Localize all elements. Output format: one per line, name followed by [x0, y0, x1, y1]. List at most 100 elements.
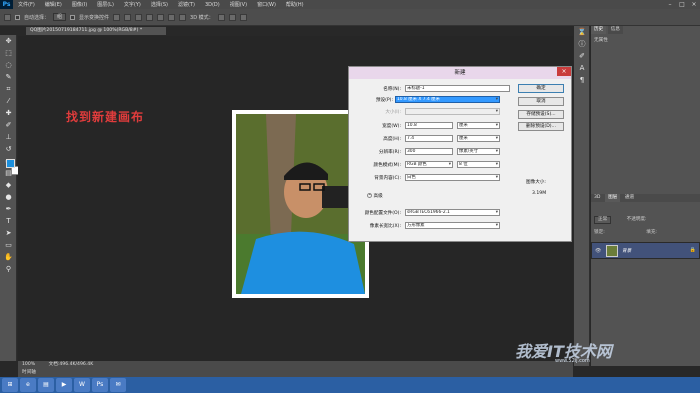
menu-image[interactable]: 图像(I)	[67, 1, 92, 8]
minimize-icon[interactable]: –	[664, 0, 676, 9]
auto-select-label: 自动选择：	[24, 14, 50, 21]
preset-dropdown[interactable]: 10.8 厘米 X 7.4 厘米	[395, 96, 500, 103]
pixel-aspect-dropdown[interactable]: 方形像素	[405, 222, 500, 229]
menu-layer[interactable]: 图层(L)	[92, 1, 119, 8]
hand-icon[interactable]: ✋	[0, 251, 17, 263]
marquee-icon[interactable]: ⬚	[0, 47, 17, 59]
width-unit-dropdown[interactable]: 厘米	[457, 122, 500, 129]
move-tool-icon[interactable]	[4, 13, 11, 21]
align-top-icon[interactable]	[113, 13, 121, 21]
blur-icon[interactable]: ◆	[0, 179, 17, 191]
ok-button[interactable]: 确定	[518, 84, 564, 93]
menu-file[interactable]: 文件(F)	[13, 1, 40, 8]
shape-icon[interactable]: ▭	[0, 239, 17, 251]
word-icon[interactable]: W	[74, 378, 90, 392]
crop-icon[interactable]: ⌗	[0, 83, 17, 95]
timeline-panel[interactable]: 时间轴	[18, 369, 573, 377]
healing-icon[interactable]: ✚	[0, 107, 17, 119]
layer-row-background[interactable]: 👁 背景 🔒	[591, 242, 700, 259]
auto-select-dropdown[interactable]: 组	[53, 13, 67, 21]
zoom-level[interactable]: 100%	[18, 362, 35, 367]
3d-roll-icon[interactable]	[228, 13, 236, 21]
brush-icon[interactable]: ✐	[0, 119, 17, 131]
align-right-icon[interactable]	[168, 13, 176, 21]
blend-row: 正常 不透明度:	[594, 216, 647, 224]
tab-history[interactable]: 历史	[591, 26, 607, 34]
history-brush-icon[interactable]: ↺	[0, 143, 17, 155]
3d-pan-icon[interactable]	[239, 13, 247, 21]
distribute-icon[interactable]	[179, 13, 187, 21]
show-transform-checkbox[interactable]	[70, 14, 76, 20]
align-middle-icon[interactable]	[124, 13, 132, 21]
menu-help[interactable]: 帮助(H)	[281, 1, 309, 8]
chat-icon[interactable]: ✉	[110, 378, 126, 392]
tab-3d[interactable]: 3D	[591, 194, 604, 202]
photo-illustration	[236, 114, 365, 294]
info-icon[interactable]: ⓘ	[574, 38, 590, 50]
save-preset-button[interactable]: 存储预设(S)...	[518, 110, 564, 119]
delete-preset-button[interactable]: 删除预设(D)...	[518, 122, 564, 131]
menu-filter[interactable]: 滤镜(T)	[173, 1, 200, 8]
character-icon[interactable]: A	[574, 62, 590, 74]
path-select-icon[interactable]: ➤	[0, 227, 17, 239]
tab-channels[interactable]: 通道	[621, 194, 638, 202]
height-input[interactable]: 7.4	[405, 135, 453, 142]
brush-panel-icon[interactable]: ✐	[574, 50, 590, 62]
layer-name: 背景	[622, 249, 632, 254]
menu-edit[interactable]: 编辑(E)	[40, 1, 67, 8]
quick-select-icon[interactable]: ✎	[0, 71, 17, 83]
tools-panel: ✥ ⬚ ◌ ✎ ⌗ ⁄ ✚ ✐ ⊥ ↺ ▭ ▤ ◆ ● ✒ T ➤ ▭ ✋ ⚲	[0, 35, 17, 361]
color-mode-dropdown[interactable]: RGB 颜色	[405, 161, 453, 168]
folder-icon[interactable]: ▤	[38, 378, 54, 392]
tab-info[interactable]: 信息	[607, 26, 623, 34]
no-properties-text: 无属性	[594, 38, 608, 43]
paragraph-icon[interactable]: ¶	[574, 74, 590, 86]
menu-type[interactable]: 文字(Y)	[119, 1, 146, 8]
doc-size: 文档:496.4K/496.4K	[48, 362, 94, 367]
dodge-icon[interactable]: ●	[0, 191, 17, 203]
photoshop-logo: Ps	[0, 0, 13, 9]
maximize-icon[interactable]: □	[676, 0, 688, 9]
dialog-close-button[interactable]: ×	[557, 67, 571, 76]
media-icon[interactable]: ▶	[56, 378, 72, 392]
zoom-icon[interactable]: ⚲	[0, 263, 17, 275]
3d-rotate-icon[interactable]	[217, 13, 225, 21]
align-bottom-icon[interactable]	[135, 13, 143, 21]
color-profile-dropdown[interactable]: sRGB IEC61966-2.1	[405, 209, 500, 216]
align-center-icon[interactable]	[157, 13, 165, 21]
height-unit-dropdown[interactable]: 厘米	[457, 135, 500, 142]
bit-depth-dropdown[interactable]: 8 位	[457, 161, 500, 168]
foreground-color-swatch[interactable]	[6, 159, 15, 168]
history-icon[interactable]: ⌛	[574, 26, 590, 38]
name-label: 名称(N):	[383, 87, 401, 92]
auto-select-checkbox[interactable]	[15, 14, 20, 20]
menu-select[interactable]: 选择(S)	[146, 1, 173, 8]
blend-mode-dropdown[interactable]: 正常	[594, 216, 612, 224]
photoshop-taskbar-icon[interactable]: Ps	[92, 378, 108, 392]
background-dropdown[interactable]: 白色	[405, 174, 500, 181]
document-tab[interactable]: QQ图片20150719184711.jpg @ 100%(RGB/8#) *	[26, 27, 166, 35]
menu-view[interactable]: 视图(V)	[225, 1, 252, 8]
resolution-input[interactable]: 300	[405, 148, 453, 155]
stamp-icon[interactable]: ⊥	[0, 131, 17, 143]
advanced-toggle[interactable]: ⌃ 高级	[367, 193, 383, 199]
eye-icon[interactable]: 👁	[595, 248, 601, 254]
width-input[interactable]: 10.8	[405, 122, 453, 129]
tab-layers[interactable]: 图层	[605, 194, 621, 202]
name-input[interactable]: 未标题-1	[405, 85, 510, 92]
menu-3d[interactable]: 3D(D)	[200, 2, 225, 8]
move-icon[interactable]: ✥	[0, 35, 17, 47]
cancel-button[interactable]: 取消	[518, 97, 564, 106]
preset-label: 预设(P):	[375, 98, 393, 103]
ie-icon[interactable]: e	[20, 378, 36, 392]
resolution-unit-dropdown[interactable]: 像素/英寸	[457, 148, 500, 155]
align-left-icon[interactable]	[146, 13, 154, 21]
pen-icon[interactable]: ✒	[0, 203, 17, 215]
type-icon[interactable]: T	[0, 215, 17, 227]
start-icon[interactable]: ⊞	[2, 378, 18, 392]
close-icon[interactable]: ×	[688, 0, 700, 9]
watermark-url: www.52ij.com	[555, 358, 590, 364]
menu-window[interactable]: 窗口(W)	[252, 1, 281, 8]
lasso-icon[interactable]: ◌	[0, 59, 17, 71]
eyedropper-icon[interactable]: ⁄	[0, 95, 17, 107]
